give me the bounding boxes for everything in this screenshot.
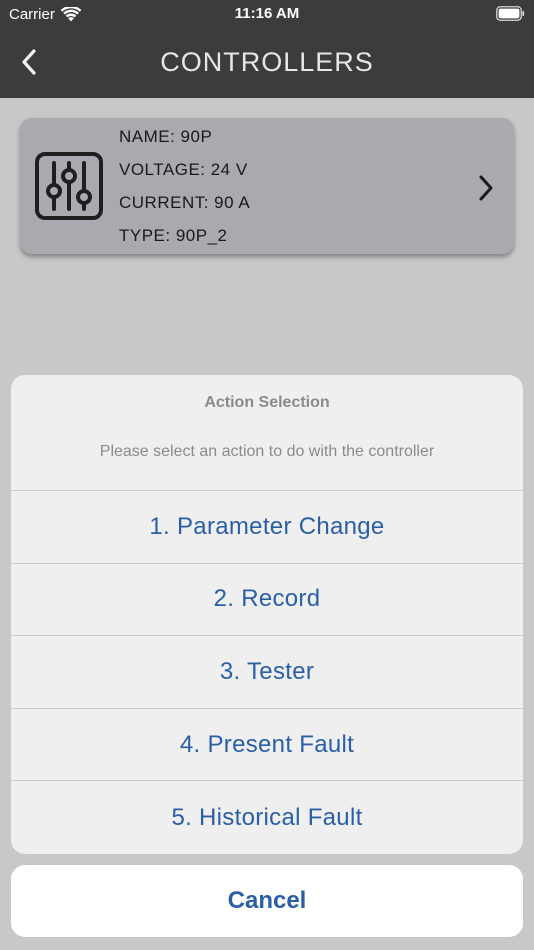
- action-present-fault[interactable]: 4. Present Fault: [11, 709, 523, 782]
- cancel-button[interactable]: Cancel: [11, 865, 523, 937]
- chevron-right-icon: [479, 175, 493, 201]
- action-sheet-message: Please select an action to do with the c…: [99, 443, 435, 460]
- controller-details: NAME: 90P VOLTAGE: 24 V CURRENT: 90 A TY…: [119, 126, 250, 246]
- battery-icon: [496, 6, 525, 21]
- action-sheet-title: Action Selection: [204, 394, 330, 411]
- action-record[interactable]: 2. Record: [11, 564, 523, 637]
- controller-current: CURRENT: 90 A: [119, 193, 251, 212]
- action-historical-fault[interactable]: 5. Historical Fault: [11, 781, 523, 854]
- action-sheet: Action Selection Please select an action…: [11, 375, 523, 854]
- controller-type: TYPE: 90P_2: [119, 226, 228, 245]
- page-title: CONTROLLERS: [160, 47, 374, 77]
- controller-card[interactable]: NAME: 90P VOLTAGE: 24 V CURRENT: 90 A TY…: [20, 118, 514, 254]
- action-parameter-change[interactable]: 1. Parameter Change: [11, 491, 523, 564]
- controller-voltage: VOLTAGE: 24 V: [119, 160, 248, 179]
- sliders-icon: [35, 152, 103, 220]
- action-sheet-header: Action Selection Please select an action…: [11, 375, 523, 491]
- controller-name: NAME: 90P: [119, 127, 213, 146]
- status-time: 11:16 AM: [234, 5, 300, 22]
- top-bar: Carrier 11:16 AM CONTROLLERS: [0, 0, 534, 98]
- action-tester[interactable]: 3. Tester: [11, 636, 523, 709]
